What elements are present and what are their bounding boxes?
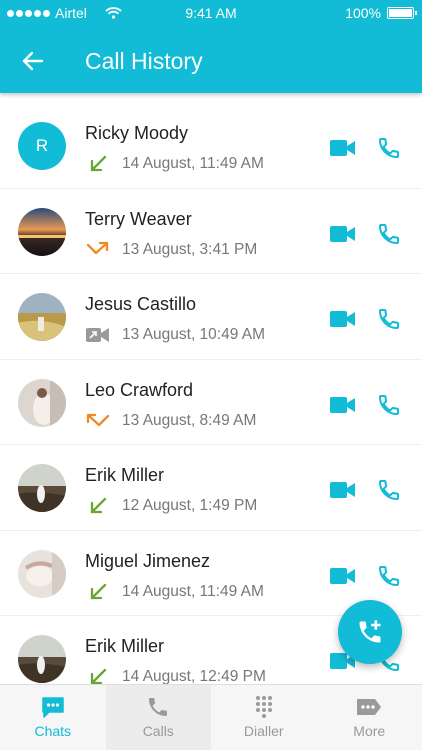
video-call-icon[interactable]: [330, 395, 356, 415]
call-time: 13 August, 10:49 AM: [122, 326, 266, 343]
contact-name: Jesus Castillo: [85, 294, 197, 314]
video-call-icon[interactable]: [330, 224, 356, 244]
contact-name: Miguel Jimenez: [85, 550, 211, 571]
more-icon: [357, 699, 382, 715]
contact-name: Ricky Moody: [85, 123, 189, 143]
nav-label: Dialler: [243, 723, 284, 739]
chat-icon: [42, 697, 64, 718]
back-button[interactable]: [18, 46, 48, 76]
add-call-icon: [359, 620, 381, 643]
outgoing-call-icon: [86, 240, 110, 260]
avatar: [18, 635, 66, 683]
dialpad-icon: [255, 696, 272, 718]
contact-name: Leo Crawford: [85, 379, 194, 400]
voice-call-icon[interactable]: [377, 393, 401, 417]
avatar: [18, 293, 66, 341]
app-header: Airtel 9:41 AM 100% Call History: [0, 0, 422, 93]
call-row[interactable]: R Ricky Moody 14 August, 11:49 AM: [0, 103, 422, 189]
new-call-button[interactable]: [338, 600, 402, 664]
avatar: [18, 549, 66, 598]
nav-more[interactable]: More: [317, 685, 422, 750]
voice-call-icon[interactable]: [377, 564, 401, 588]
call-time: 13 August, 8:49 AM: [122, 411, 257, 429]
contact-name: Erik Miller: [85, 636, 164, 656]
call-row[interactable]: Leo Crawford 13 August, 8:49 AM: [0, 360, 422, 445]
page-title: Call History: [85, 48, 203, 74]
incoming-call-icon: [86, 154, 110, 174]
voice-call-icon[interactable]: [377, 222, 401, 246]
avatar: [18, 378, 66, 427]
avatar: [18, 464, 66, 512]
contact-name: Erik Miller: [85, 465, 164, 485]
voice-call-icon[interactable]: [377, 136, 401, 160]
nav-chats[interactable]: Chats: [0, 685, 106, 750]
avatar: [18, 207, 66, 256]
nav-label: More: [353, 723, 386, 739]
battery-icon: [387, 7, 417, 19]
voice-call-icon[interactable]: [377, 307, 401, 331]
incoming-call-icon: [86, 582, 110, 602]
nav-calls[interactable]: Calls: [105, 685, 211, 750]
call-time: 14 August, 11:49 AM: [122, 155, 264, 172]
back-arrow-icon: [22, 51, 44, 71]
voice-call-icon[interactable]: [377, 478, 401, 502]
phone-icon: [149, 698, 168, 716]
status-bar: Airtel 9:41 AM 100%: [0, 0, 422, 26]
video-call-icon[interactable]: [330, 309, 356, 329]
call-row[interactable]: Erik Miller 12 August, 1:49 PM: [0, 445, 422, 531]
call-row[interactable]: Terry Weaver 13 August, 3:41 PM: [0, 189, 422, 274]
video-call-icon[interactable]: [330, 138, 356, 158]
call-row[interactable]: Jesus Castillo 13 August, 10:49 AM: [0, 274, 422, 360]
battery-percent: 100%: [345, 5, 381, 21]
bottom-nav: Chats Calls Dialler More: [0, 684, 422, 750]
incoming-call-icon: [86, 496, 110, 516]
video-call-icon[interactable]: [330, 566, 356, 586]
call-time: 12 August, 1:49 PM: [122, 497, 258, 514]
call-time: 14 August, 11:49 AM: [122, 582, 264, 600]
nav-dialler[interactable]: Dialler: [211, 685, 317, 750]
contact-name: Terry Weaver: [85, 208, 192, 229]
video-call-history-icon: [86, 325, 110, 345]
nav-label: Chats: [34, 723, 72, 739]
missed-call-icon: [86, 411, 110, 431]
call-time: 13 August, 3:41 PM: [122, 240, 258, 258]
avatar: R: [18, 122, 66, 170]
video-call-icon[interactable]: [330, 480, 356, 500]
nav-label: Calls: [142, 723, 174, 739]
